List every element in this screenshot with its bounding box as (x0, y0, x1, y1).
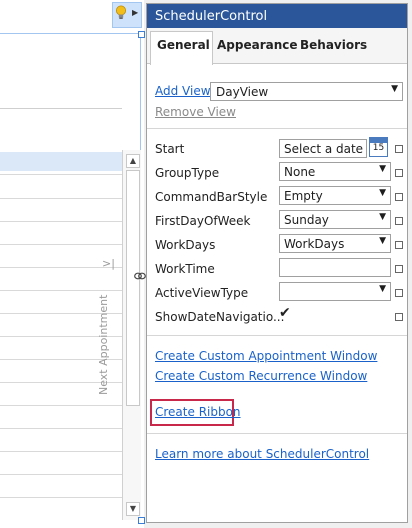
property-marker[interactable] (395, 313, 403, 321)
prop-label-grouptype: GroupType (155, 166, 220, 180)
link-icon (134, 270, 146, 280)
view-select[interactable]: DayView ▼ (210, 82, 403, 101)
calendar-day: 15 (372, 143, 385, 153)
chevron-down-icon: ▼ (379, 236, 386, 246)
selection-border-top (0, 33, 140, 34)
property-marker[interactable] (395, 265, 403, 273)
grouptype-value: None (284, 165, 316, 179)
row-divider (0, 497, 122, 498)
resize-handle[interactable] (138, 31, 145, 38)
divider (147, 128, 407, 129)
create-custom-appointment-link[interactable]: Create Custom Appointment Window (155, 349, 377, 363)
scroll-down-button[interactable]: ▼ (126, 502, 140, 516)
learn-more-link[interactable]: Learn more about SchedulerControl (155, 447, 369, 461)
panel-title: SchedulerControl (155, 9, 268, 24)
chevron-down-icon: ▼ (391, 84, 398, 94)
row-divider (0, 221, 122, 222)
remove-view-link[interactable]: Remove View (155, 105, 236, 119)
firstdayofweek-value: Sunday (284, 213, 329, 227)
start-date-value: Select a date (284, 142, 364, 156)
chevron-down-icon: ▼ (379, 284, 386, 294)
prop-label-commandbarstyle: CommandBarStyle (155, 190, 268, 204)
row-divider (0, 428, 122, 429)
row-divider (0, 451, 122, 452)
create-ribbon-link[interactable]: Create Ribbon (155, 405, 241, 419)
commandbarstyle-select[interactable]: Empty ▼ (279, 186, 391, 205)
start-date-input[interactable]: Select a date (279, 139, 367, 158)
scheduler-header-border (0, 108, 122, 109)
tab-behaviors[interactable]: Behaviors (300, 38, 367, 52)
prop-label-firstdayofweek: FirstDayOfWeek (155, 214, 251, 228)
tab-strip-labels: General Appearance Behaviors (147, 28, 407, 63)
add-view-link[interactable]: Add View (155, 84, 211, 98)
row-divider (0, 244, 122, 245)
property-marker[interactable] (395, 289, 403, 297)
property-marker[interactable] (395, 193, 403, 201)
firstdayofweek-select[interactable]: Sunday ▼ (279, 210, 391, 229)
row-divider (0, 198, 122, 199)
chevron-right-icon[interactable]: ▶ (132, 8, 138, 17)
activeviewtype-select[interactable]: ▼ (279, 282, 391, 301)
panel-title-bar: SchedulerControl (147, 4, 407, 28)
chevron-down-icon: ▼ (379, 164, 386, 174)
scroll-up-button[interactable]: ▲ (126, 154, 140, 168)
showdatenavigation-checkbox[interactable]: ✔ (279, 305, 291, 321)
grouptype-select[interactable]: None ▼ (279, 162, 391, 181)
workdays-value: WorkDays (284, 237, 345, 251)
resize-handle[interactable] (138, 517, 145, 524)
tab-appearance[interactable]: Appearance (217, 38, 298, 52)
next-appointment-button[interactable]: Next Appointment (97, 290, 117, 400)
prop-label-showdatenavigation: ShowDateNavigatio... (155, 310, 285, 324)
lightbulb-icon (115, 5, 127, 24)
scrollbar-thumb[interactable] (126, 170, 140, 406)
property-marker[interactable] (395, 217, 403, 225)
row-divider (0, 174, 122, 175)
view-select-value: DayView (216, 85, 269, 99)
property-marker[interactable] (395, 145, 403, 153)
selected-time-row[interactable] (0, 152, 122, 171)
row-divider (0, 474, 122, 475)
prop-label-workdays: WorkDays (155, 238, 216, 252)
row-divider (0, 405, 122, 406)
next-appointment-chevron[interactable]: >| (102, 257, 115, 270)
tab-general[interactable]: General (157, 38, 210, 52)
prop-label-start: Start (155, 142, 185, 156)
chevron-down-icon: ▼ (379, 188, 386, 198)
prop-label-worktime: WorkTime (155, 262, 215, 276)
property-marker[interactable] (395, 169, 403, 177)
prop-label-activeviewtype: ActiveViewType (155, 286, 249, 300)
commandbarstyle-value: Empty (284, 189, 323, 203)
workdays-select[interactable]: WorkDays ▼ (279, 234, 391, 253)
create-custom-recurrence-link[interactable]: Create Custom Recurrence Window (155, 369, 367, 383)
divider (147, 433, 407, 434)
chevron-down-icon: ▼ (379, 212, 386, 222)
property-marker[interactable] (395, 241, 403, 249)
divider (147, 335, 407, 336)
calendar-icon[interactable]: 15 (369, 137, 388, 157)
worktime-input[interactable] (279, 258, 391, 277)
